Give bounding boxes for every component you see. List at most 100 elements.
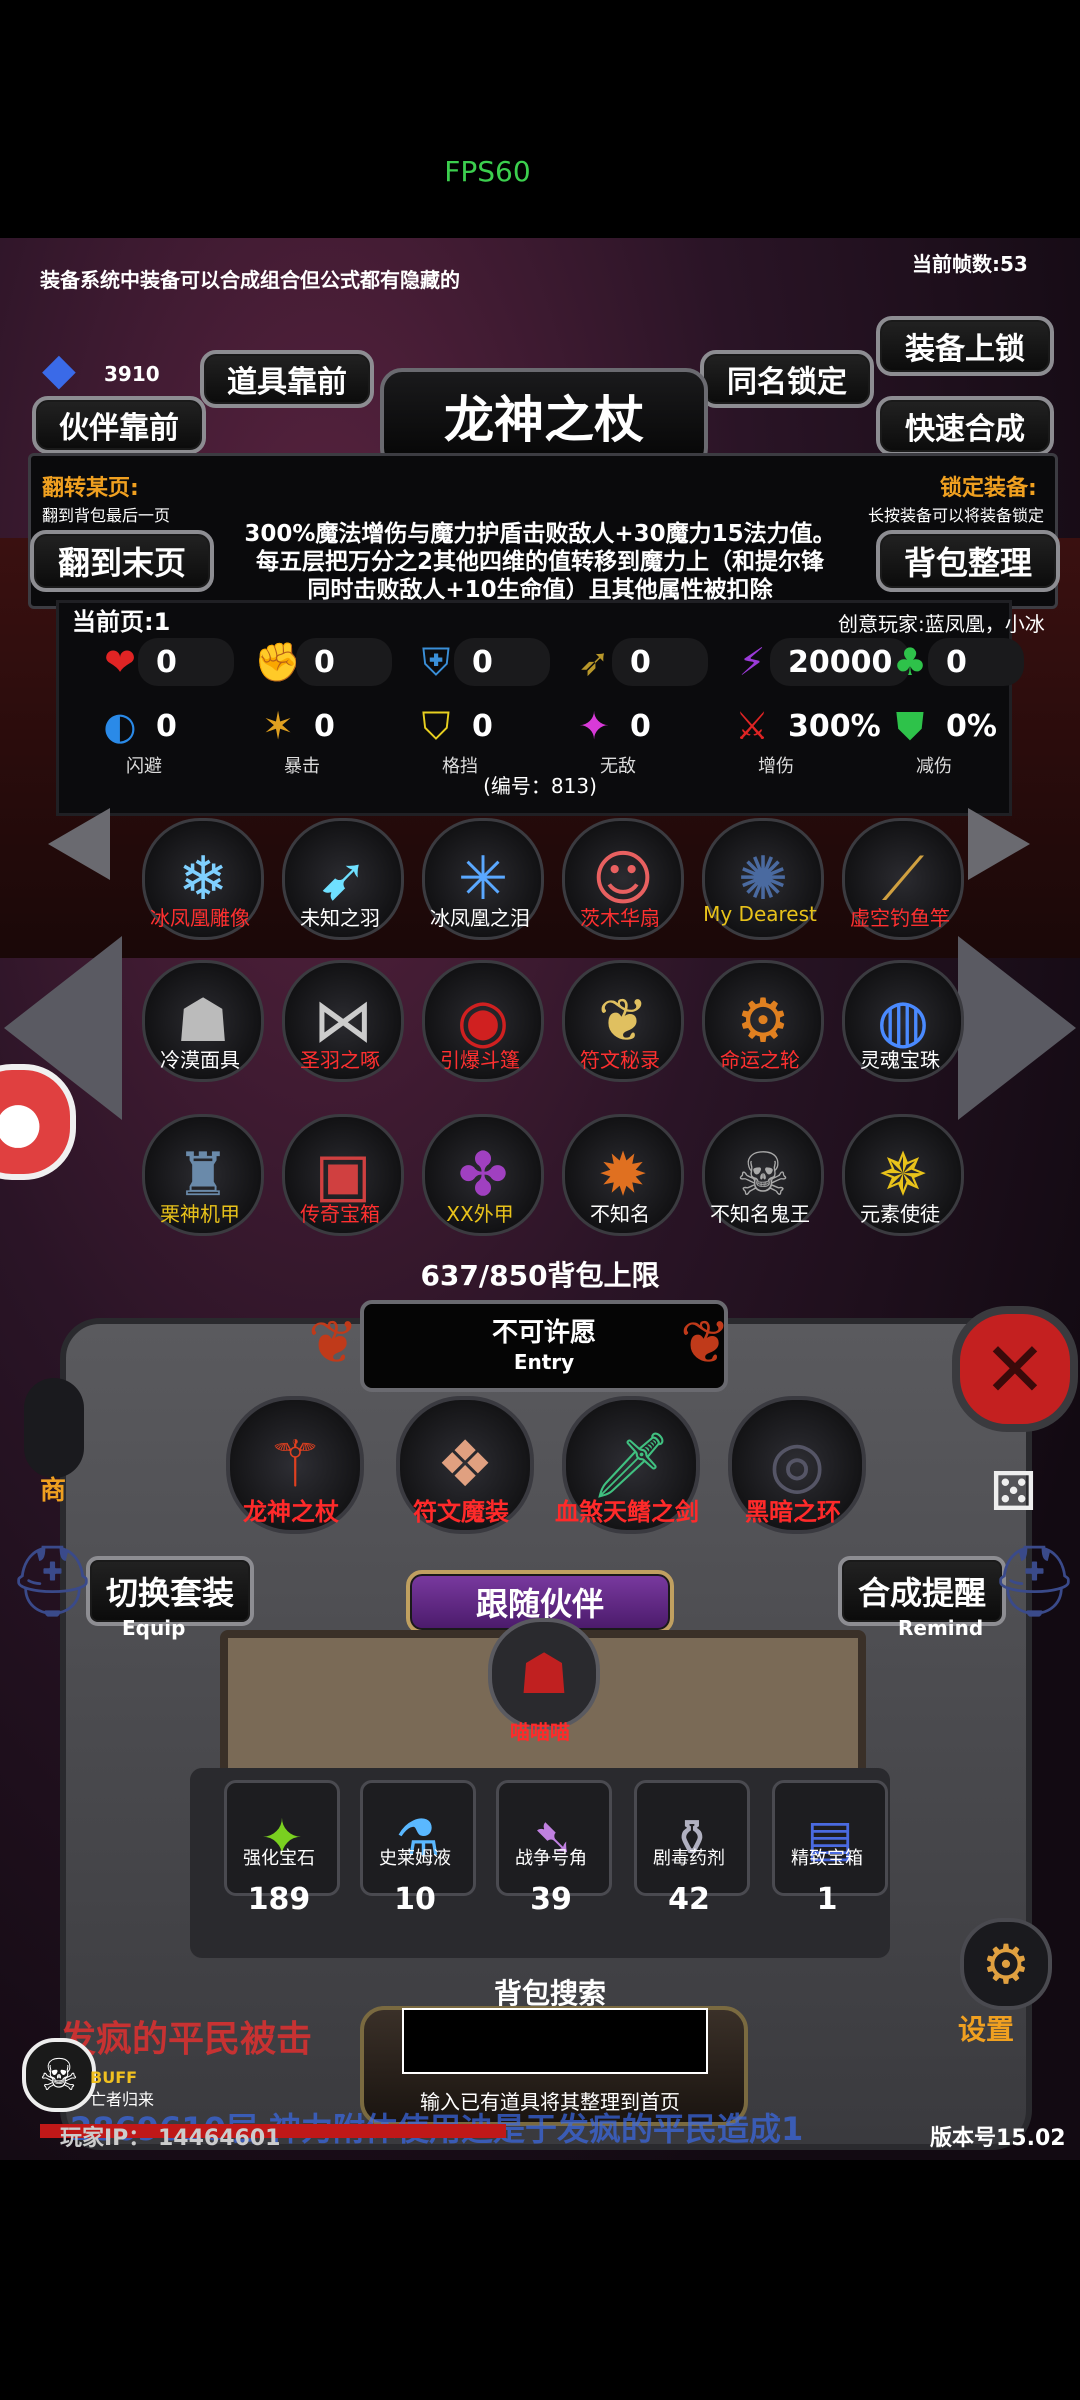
partner-name: 喵喵喵: [510, 1720, 570, 1744]
helmet-right-icon: ⛑: [990, 1540, 1079, 1622]
consumable-slot[interactable]: ⚗: [360, 1780, 476, 1896]
player-ip: 玩家IP： 14464601: [60, 2126, 281, 2151]
stat-item: ❤ 0: [96, 638, 234, 686]
consumable-slot[interactable]: ⚱: [634, 1780, 750, 1896]
consumable-label: 强化宝石: [243, 1848, 315, 1869]
heart-icon: ❤: [104, 640, 136, 684]
stat-item: ⛉ 0 格挡: [412, 702, 550, 778]
inventory-slot-label: 灵魂宝珠: [860, 1048, 940, 1072]
scroll-message: 发疯的平民被击: [60, 2019, 313, 2060]
consumable-slot[interactable]: ▤: [772, 1780, 888, 1896]
merge-hint-label: 合成提醒: [857, 1574, 986, 1612]
consumable-count: 39: [530, 1882, 572, 1917]
flip-title: 翻转某页:: [42, 476, 139, 501]
consumable-count: 10: [394, 1882, 436, 1917]
wing-left-decoration: ❦: [308, 1308, 359, 1378]
inventory-slot-label: 冰凤凰雕像: [150, 906, 250, 930]
damage-down-icon: ⛊: [895, 703, 925, 748]
switch-set-label: 切换套装: [105, 1574, 234, 1612]
stat-value: 0: [138, 638, 234, 686]
stat-item: ✶ 0 暴击: [254, 702, 392, 777]
lock-sub: 长按装备可以将装备锁定: [868, 506, 1045, 525]
consumable-slot[interactable]: ➷: [496, 1780, 612, 1896]
stat-item: ⚔ 300% 增伤: [728, 702, 899, 777]
lock-title: 锁定装备:: [940, 476, 1037, 501]
buff-label: BUFF: [90, 2068, 138, 2087]
partner-front-button[interactable]: 伙伴靠前: [32, 396, 206, 454]
inventory-slot-label: 元素使徒: [860, 1202, 940, 1226]
inventory-slot-label: My Dearest: [703, 902, 817, 926]
partner-portrait[interactable]: ☗: [488, 1618, 600, 1730]
consumable-count: 189: [247, 1882, 311, 1917]
bag-sort-button[interactable]: 背包整理: [876, 530, 1060, 592]
stat-item: ⛨ 0: [412, 638, 550, 686]
stat-value: 0: [454, 638, 550, 686]
inventory-slot-label: 符文秘录: [580, 1048, 660, 1072]
stat-item: ♣ 0: [886, 638, 1024, 686]
stat-value: 0: [928, 638, 1024, 686]
wish-sub: Entry: [513, 1350, 575, 1374]
quick-merge-button[interactable]: 快速合成: [876, 396, 1054, 456]
dodge-icon: ◐: [103, 704, 137, 748]
inventory-slot-label: 冷漠面具: [160, 1048, 240, 1072]
inventory-slot-label: 茨木华扇: [580, 906, 660, 930]
current-page: 当前页:1: [72, 608, 171, 636]
items-front-button[interactable]: 道具靠前: [200, 350, 374, 408]
game-screen: 装备系统中装备可以合成组合但公式都有隐藏的 当前帧数:53 ◆ 3910 道具靠…: [0, 238, 1080, 2160]
next-page-arrow[interactable]: [958, 936, 1076, 1120]
stat-value: 0: [296, 638, 392, 686]
consumable-label: 精致宝箱: [791, 1848, 863, 1869]
helmet-left-icon: ⛑: [8, 1540, 97, 1622]
wish-status: 不可许愿: [491, 1318, 596, 1348]
equip-lock-button[interactable]: 装备上锁: [876, 316, 1054, 376]
inventory-slot-label: 冰凤凰之泪: [430, 906, 530, 930]
invincible-icon: ✦: [578, 704, 610, 748]
stat-value: 0: [314, 708, 335, 744]
speed-icon: ➶: [578, 640, 610, 684]
inventory-slot-label: 栗神机甲: [160, 1202, 240, 1226]
bag-capacity: 637/850背包上限: [420, 1259, 660, 1292]
settings-label: 设置: [958, 2013, 1015, 2046]
inventory-slot-label: 未知之羽: [300, 906, 380, 930]
item-name: 龙神之杖: [444, 391, 644, 449]
close-icon: ✕: [983, 1324, 1047, 1414]
stat-item: ✦ 0 无敌: [570, 702, 708, 777]
consumable-label: 史莱姆液: [379, 1848, 451, 1869]
stat-item: ⛊ 0% 减伤: [886, 702, 1024, 778]
stat-value: 0: [156, 708, 177, 744]
strength-icon: ✊: [254, 639, 302, 684]
last-page-button[interactable]: 翻到末页: [30, 530, 214, 592]
buff-skull-icon: ☠: [22, 2038, 96, 2112]
switch-set-sub: Equip: [122, 1616, 186, 1640]
wish-slot-label: 黑暗之环: [745, 1498, 841, 1526]
inventory-slot-label: 传奇宝箱: [300, 1202, 380, 1226]
shop-button[interactable]: [24, 1378, 84, 1478]
consumable-label: 剧毒药剂: [653, 1848, 725, 1869]
inventory-slot-label: XX外甲: [446, 1202, 514, 1226]
armor-icon: ⛨: [421, 639, 451, 684]
same-name-lock-button[interactable]: 同名锁定: [700, 350, 874, 408]
next-row-arrow[interactable]: [968, 808, 1030, 880]
dice-icon[interactable]: ⚄: [990, 1460, 1037, 1523]
item-description-3: 同时击败敌人+10生命值）且其他属性被扣除: [307, 577, 773, 603]
consumable-count: 42: [668, 1882, 710, 1917]
consumable-count: 1: [816, 1882, 838, 1917]
consumable-slot[interactable]: ✦: [224, 1780, 340, 1896]
wing-right-decoration: ❦: [680, 1308, 731, 1378]
close-button[interactable]: ✕: [952, 1306, 1078, 1432]
stat-value: 0: [630, 708, 651, 744]
creator-text: 创意玩家:蓝凤凰，小冰: [838, 612, 1045, 636]
search-input[interactable]: [402, 2008, 708, 2074]
stat-value: 0: [612, 638, 708, 686]
stat-value: 0: [472, 708, 493, 744]
inventory-slot-label: 虚空钓鱼竿: [850, 906, 950, 930]
buff-sub: 亡者归来: [90, 2090, 155, 2109]
prev-row-arrow[interactable]: [48, 808, 110, 880]
merge-hint-sub: Remind: [898, 1616, 984, 1640]
frame-count: 当前帧数:53: [912, 252, 1028, 276]
stat-item: ⚡ 20000: [728, 638, 911, 686]
stat-item: ◐ 0 闪避: [96, 702, 234, 777]
inventory-slot-label: 圣羽之啄: [300, 1048, 380, 1072]
luck-icon: ♣: [892, 640, 928, 684]
inventory-slot-label: 命运之轮: [720, 1048, 800, 1072]
